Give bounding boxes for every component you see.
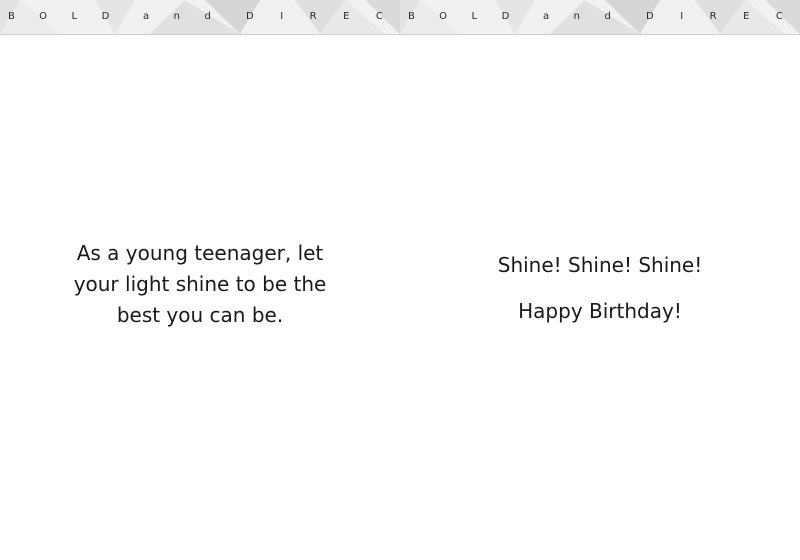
bold-and-direct-banner: BOLD and DIRECT <box>400 0 800 35</box>
banner-word-direct: DIRECT <box>646 11 800 22</box>
card-left-panel: BOLD and DIRECT As a young teenager, let… <box>0 0 400 560</box>
left-message-line: best you can be. <box>116 303 284 327</box>
banner-word-bold: BOLD <box>408 11 534 22</box>
left-message-line: your light shine to be the <box>73 272 327 296</box>
banner-word-and: and <box>543 11 636 22</box>
banner-word-and: and <box>143 11 236 22</box>
bold-and-direct-banner: BOLD and DIRECT <box>0 0 400 35</box>
card-right-panel: BOLD and DIRECT Shine! Shine! Shine! Hap… <box>400 0 800 560</box>
left-message: As a young teenager, let your light shin… <box>0 238 400 331</box>
happy-birthday-message: Happy Birthday! <box>518 299 682 323</box>
left-message-line: As a young teenager, let <box>76 241 324 265</box>
shine-message: Shine! Shine! Shine! <box>497 253 703 277</box>
banner-word-bold: BOLD <box>8 11 134 22</box>
banner-word-direct: DIRECT <box>246 11 400 22</box>
